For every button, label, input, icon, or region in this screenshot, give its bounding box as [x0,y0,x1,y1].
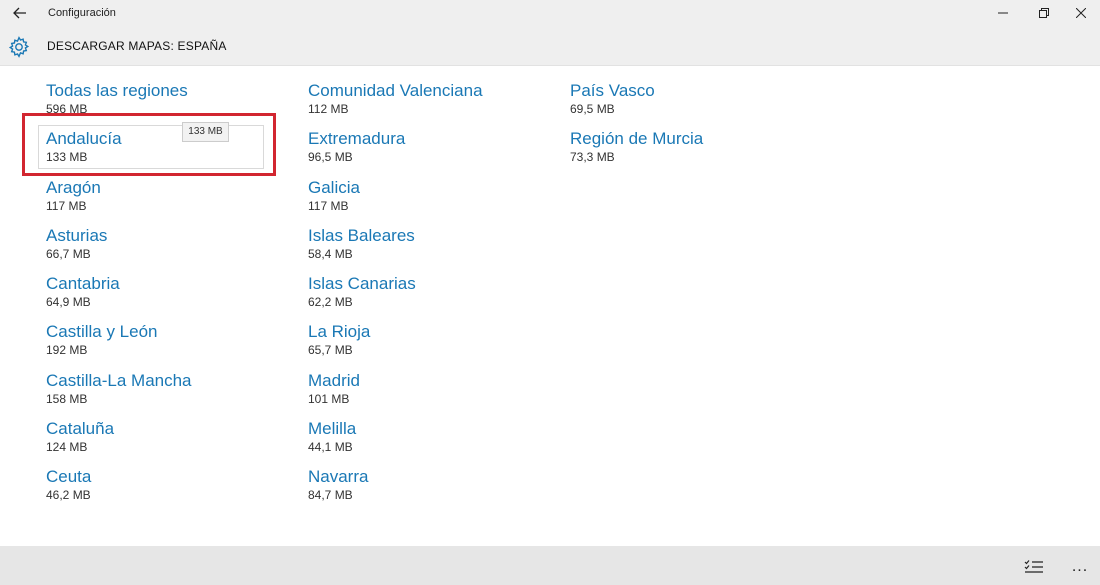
title-bar: Configuración [0,0,1100,28]
region-size: 112 MB [308,102,349,116]
region-item-islas-baleares[interactable]: Islas Baleares 58,4 MB [308,225,538,273]
region-size: 69,5 MB [570,102,615,116]
region-item-islas-canarias[interactable]: Islas Canarias 62,2 MB [308,273,538,321]
region-item-navarra[interactable]: Navarra 84,7 MB [308,466,538,514]
region-name: Andalucía [46,129,122,149]
region-item-andalucia[interactable]: Andalucía 133 MB [46,128,276,176]
back-button[interactable] [6,2,34,24]
region-size: 117 MB [46,198,87,213]
size-tooltip: 133 MB [182,122,229,142]
checklist-icon [1024,560,1043,573]
bottom-app-bar: ... [0,546,1100,585]
region-size: 65,7 MB [308,343,353,358]
app-title: Configuración [48,7,116,19]
region-item-asturias[interactable]: Asturias 66,7 MB [46,225,276,273]
region-name: Extremadura [308,129,406,149]
arrow-left-icon [13,7,26,19]
region-name: Melilla [308,419,357,439]
region-name: Galicia [308,177,360,197]
minimize-icon [998,12,1008,14]
region-item-pais-vasco[interactable]: País Vasco 69,5 MB [570,80,800,128]
region-column-1: Todas las regiones 596 MB Andalucía 133 … [46,80,276,515]
region-item-comunidad-valenciana[interactable]: Comunidad Valenciana 112 MB [308,80,538,128]
more-options-button[interactable]: ... [1066,556,1094,578]
region-size: 64,9 MB [46,295,91,310]
region-item-region-de-murcia[interactable]: Región de Murcia 73,3 MB [570,128,800,176]
region-size: 66,7 MB [46,246,91,261]
minimize-button[interactable] [980,0,1026,26]
region-item-todas[interactable]: Todas las regiones 596 MB [46,80,276,128]
region-item-aragon[interactable]: Aragón 117 MB [46,177,276,225]
region-name: Madrid [308,370,360,390]
close-icon [1076,8,1086,18]
region-size: 58,4 MB [308,246,353,261]
region-name: La Rioja [308,322,371,342]
region-item-ceuta[interactable]: Ceuta 46,2 MB [46,466,276,514]
region-column-3: País Vasco 69,5 MB Región de Murcia 73,3… [570,80,800,177]
gear-icon [8,36,30,58]
restore-icon [1039,8,1049,18]
region-item-cantabria[interactable]: Cantabria 64,9 MB [46,273,276,321]
region-name: Islas Canarias [308,274,416,294]
region-name: Castilla y León [46,322,158,342]
region-name: Castilla-La Mancha [46,370,192,390]
region-size: 596 MB [46,102,88,116]
region-size: 101 MB [308,391,350,406]
region-name: Todas las regiones [46,81,188,100]
page-header: DESCARGAR MAPAS: ESPAÑA [0,28,1100,66]
region-size: 46,2 MB [46,488,91,503]
region-size: 44,1 MB [308,440,353,455]
region-name: Comunidad Valenciana [308,81,483,100]
region-item-castilla-la-mancha[interactable]: Castilla-La Mancha 158 MB [46,370,276,418]
region-item-madrid[interactable]: Madrid 101 MB [308,370,538,418]
region-size: 133 MB [46,150,88,165]
region-name: Cataluña [46,419,115,439]
region-size: 84,7 MB [308,488,353,503]
region-size: 96,5 MB [308,150,353,165]
region-item-la-rioja[interactable]: La Rioja 65,7 MB [308,321,538,369]
region-name: Asturias [46,225,108,245]
region-name: Aragón [46,177,101,197]
region-name: Cantabria [46,274,120,294]
close-button[interactable] [1058,0,1100,26]
region-size: 117 MB [308,198,349,213]
region-name: Navarra [308,467,369,487]
region-name: Ceuta [46,467,92,487]
region-size: 62,2 MB [308,295,353,310]
page-title: DESCARGAR MAPAS: ESPAÑA [47,39,227,53]
region-item-melilla[interactable]: Melilla 44,1 MB [308,418,538,466]
region-size: 192 MB [46,343,88,358]
region-name: País Vasco [570,81,655,100]
region-size: 124 MB [46,440,88,455]
region-size: 158 MB [46,391,88,406]
region-item-extremadura[interactable]: Extremadura 96,5 MB [308,128,538,176]
select-button[interactable] [1020,556,1048,578]
region-list: Todas las regiones 596 MB Andalucía 133 … [0,66,1100,546]
region-name: Islas Baleares [308,225,415,245]
region-item-castilla-leon[interactable]: Castilla y León 192 MB [46,321,276,369]
region-size: 73,3 MB [570,150,615,165]
region-item-galicia[interactable]: Galicia 117 MB [308,177,538,225]
region-item-cataluna[interactable]: Cataluña 124 MB [46,418,276,466]
region-name: Región de Murcia [570,129,704,149]
region-column-2: Comunidad Valenciana 112 MB Extremadura … [308,80,538,515]
